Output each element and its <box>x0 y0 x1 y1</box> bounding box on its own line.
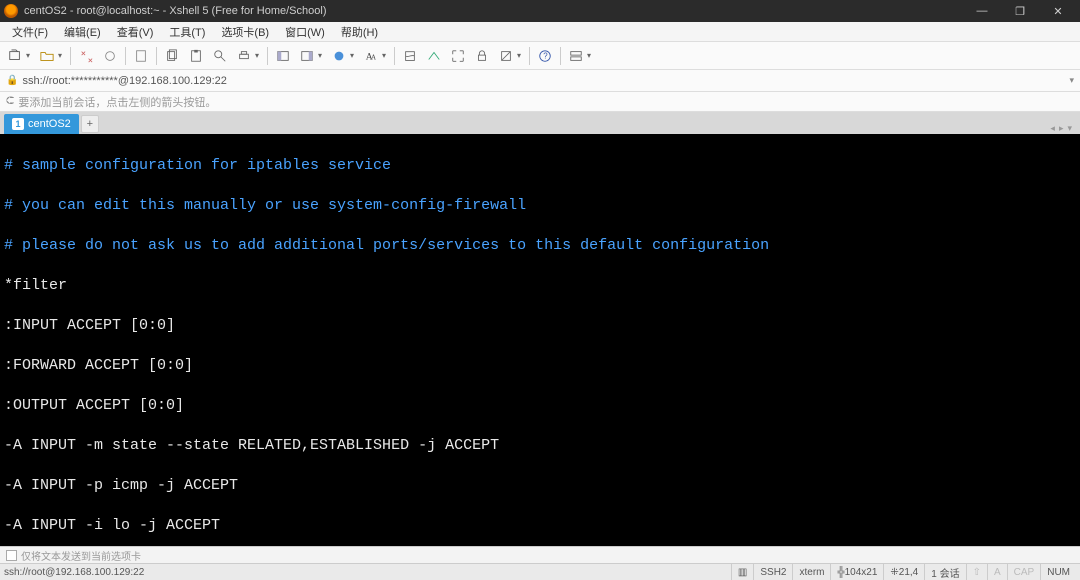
new-session-icon[interactable] <box>4 45 26 67</box>
menu-window[interactable]: 窗口(W) <box>277 22 333 42</box>
help-icon[interactable]: ? <box>534 45 556 67</box>
hint-bar: ⮈ 要添加当前会话，点击左侧的箭头按钮。 <box>0 92 1080 112</box>
fullscreen-icon[interactable] <box>447 45 469 67</box>
toolbar-separator <box>529 47 530 65</box>
status-mod2: A <box>987 564 1007 580</box>
open-session-icon[interactable] <box>36 45 58 67</box>
panel-left-icon[interactable] <box>272 45 294 67</box>
status-cap: CAP <box>1007 564 1041 580</box>
find-icon[interactable] <box>209 45 231 67</box>
hint-text: 要添加当前会话，点击左侧的箭头按钮。 <box>18 94 216 110</box>
maximize-button[interactable]: ❐ <box>1002 1 1038 21</box>
lock-screen-icon[interactable] <box>471 45 493 67</box>
toolbar: ▾ ▾ ▾ ▾ ▾ AA ▾ ▾ ? ▾ <box>0 42 1080 70</box>
toolbar-separator <box>394 47 395 65</box>
compose-bar: 仅将文本发送到当前选项卡 <box>0 546 1080 563</box>
tab-label: centOS2 <box>28 118 71 130</box>
dropdown-icon[interactable]: ▾ <box>255 51 263 60</box>
toolbar-separator <box>560 47 561 65</box>
dropdown-icon[interactable]: ▾ <box>350 51 358 60</box>
status-cursor-pos: ⁜ 21,4 <box>883 564 924 580</box>
status-ssh: SSH2 <box>753 564 792 580</box>
toolbar-separator <box>156 47 157 65</box>
menu-tabs[interactable]: 选项卡(B) <box>213 22 277 42</box>
terminal-line: *filter <box>4 276 1076 296</box>
dropdown-icon[interactable]: ▾ <box>26 51 34 60</box>
address-text[interactable]: ssh://root:***********@192.168.100.129:2… <box>22 75 1065 87</box>
disconnect-icon[interactable] <box>99 45 121 67</box>
tab-nav: ◂ ▸ ▾ <box>1050 123 1076 134</box>
status-term: xterm <box>792 564 830 580</box>
status-bar: ssh://root@192.168.100.129:22 ▥ SSH2 xte… <box>0 563 1080 580</box>
status-network-icon: ▥ <box>731 564 753 580</box>
tab-bar: 1 centOS2 + ◂ ▸ ▾ <box>0 112 1080 134</box>
lock-icon: 🔒 <box>6 75 18 86</box>
tab-prev-icon[interactable]: ◂ <box>1050 123 1055 134</box>
properties-icon[interactable] <box>130 45 152 67</box>
status-num: NUM <box>1040 564 1076 580</box>
status-connection: ssh://root@192.168.100.129:22 <box>4 567 731 578</box>
window-title: centOS2 - root@localhost:~ - Xshell 5 (F… <box>24 5 964 17</box>
menu-help[interactable]: 帮助(H) <box>333 22 386 42</box>
app-icon <box>4 4 18 18</box>
minimize-button[interactable]: — <box>964 1 1000 21</box>
terminal-line: # you can edit this manually or use syst… <box>4 196 1076 216</box>
dropdown-icon[interactable]: ▾ <box>318 51 326 60</box>
close-button[interactable]: ✕ <box>1040 1 1076 21</box>
menu-tools[interactable]: 工具(T) <box>161 22 213 42</box>
color-scheme-icon[interactable] <box>328 45 350 67</box>
address-dropdown-icon[interactable]: ▾ <box>1069 75 1074 86</box>
terminal-line: # sample configuration for iptables serv… <box>4 156 1076 176</box>
menu-bar: 文件(F) 编辑(E) 查看(V) 工具(T) 选项卡(B) 窗口(W) 帮助(… <box>0 22 1080 42</box>
tab-session-centos2[interactable]: 1 centOS2 <box>4 114 79 134</box>
svg-text:?: ? <box>543 51 548 60</box>
status-size: ╬ 104x21 <box>830 564 883 580</box>
address-bar: 🔒 ssh://root:***********@192.168.100.129… <box>0 70 1080 92</box>
sessions-panel-icon[interactable] <box>565 45 587 67</box>
window-controls: — ❐ ✕ <box>964 1 1076 21</box>
terminal-line: :OUTPUT ACCEPT [0:0] <box>4 396 1076 416</box>
dropdown-icon[interactable]: ▾ <box>58 51 66 60</box>
compose-placeholder[interactable]: 仅将文本发送到当前选项卡 <box>21 548 141 563</box>
script-icon[interactable] <box>399 45 421 67</box>
dropdown-icon[interactable]: ▾ <box>517 51 525 60</box>
svg-text:A: A <box>371 53 376 61</box>
terminal-line: :INPUT ACCEPT [0:0] <box>4 316 1076 336</box>
tab-list-icon[interactable]: ▾ <box>1067 123 1072 134</box>
add-session-arrow-icon[interactable]: ⮈ <box>6 95 14 108</box>
terminal-line: -A INPUT -m state --state RELATED,ESTABL… <box>4 436 1076 456</box>
terminal[interactable]: # sample configuration for iptables serv… <box>0 134 1080 546</box>
title-bar: centOS2 - root@localhost:~ - Xshell 5 (F… <box>0 0 1080 22</box>
status-sessions: 1 会话 <box>924 564 965 580</box>
toolbar-separator <box>125 47 126 65</box>
terminal-line: -A INPUT -i lo -j ACCEPT <box>4 516 1076 536</box>
dropdown-icon[interactable]: ▾ <box>587 51 595 60</box>
tab-add-button[interactable]: + <box>81 115 99 133</box>
status-mod1: ⇧ <box>966 564 987 580</box>
font-icon[interactable]: AA <box>360 45 382 67</box>
menu-view[interactable]: 查看(V) <box>109 22 162 42</box>
toolbar-separator <box>70 47 71 65</box>
tab-next-icon[interactable]: ▸ <box>1059 123 1064 134</box>
terminal-line: :FORWARD ACCEPT [0:0] <box>4 356 1076 376</box>
toolbar-separator <box>267 47 268 65</box>
paste-icon[interactable] <box>185 45 207 67</box>
menu-edit[interactable]: 编辑(E) <box>56 22 109 42</box>
print-icon[interactable] <box>233 45 255 67</box>
dropdown-icon[interactable]: ▾ <box>382 51 390 60</box>
compose-checkbox[interactable] <box>6 550 17 561</box>
xftp-icon[interactable] <box>423 45 445 67</box>
tab-number: 1 <box>12 118 24 130</box>
reconnect-icon[interactable] <box>75 45 97 67</box>
copy-icon[interactable] <box>161 45 183 67</box>
terminal-line: -A INPUT -p icmp -j ACCEPT <box>4 476 1076 496</box>
panel-right-icon[interactable] <box>296 45 318 67</box>
transparency-icon[interactable] <box>495 45 517 67</box>
menu-file[interactable]: 文件(F) <box>4 22 56 42</box>
terminal-line: # please do not ask us to add additional… <box>4 236 1076 256</box>
